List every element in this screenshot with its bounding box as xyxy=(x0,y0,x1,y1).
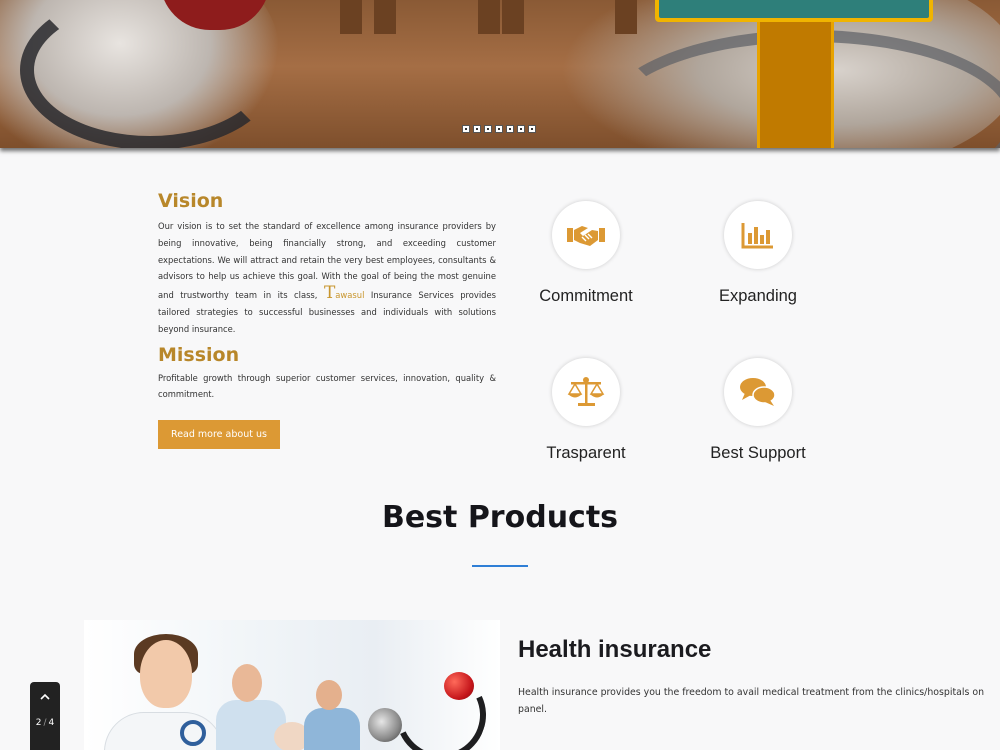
feature-transparent: Trasparent xyxy=(511,358,661,463)
hero-wood-figure xyxy=(478,0,500,34)
slider-dot[interactable] xyxy=(462,125,470,133)
slider-dot[interactable] xyxy=(517,125,525,133)
feature-icon-circle xyxy=(724,201,792,269)
read-more-button[interactable]: Read more about us xyxy=(158,420,280,449)
slider-dot[interactable] xyxy=(506,125,514,133)
feature-icon-circle xyxy=(552,358,620,426)
hero-wood-figure xyxy=(502,0,524,34)
feature-expanding: Expanding xyxy=(683,201,833,306)
scroll-up-button[interactable] xyxy=(30,682,60,710)
hero-banner xyxy=(0,0,1000,148)
brand-name-rest: awasul xyxy=(335,290,365,301)
slider-dot[interactable] xyxy=(473,125,481,133)
feature-label: Trasparent xyxy=(546,444,626,462)
hero-wood-figure xyxy=(615,0,637,34)
vision-heading: Vision xyxy=(158,190,224,212)
image-apple xyxy=(444,672,474,700)
bar-chart-icon xyxy=(741,223,773,249)
hero-wood-figure xyxy=(374,0,396,34)
brand-initial: T xyxy=(323,283,336,304)
slider-dot[interactable] xyxy=(495,125,503,133)
handshake-icon xyxy=(567,226,605,246)
hero-sign-pole xyxy=(757,22,834,148)
health-insurance-image xyxy=(84,620,500,750)
page-pager: 2/4 xyxy=(30,682,60,750)
hero-wood-figure xyxy=(340,0,362,34)
image-nurse2-head xyxy=(316,680,342,710)
hero-stethoscope-tube xyxy=(20,0,280,148)
about-text-column: Vision Our vision is to set the standard… xyxy=(158,190,496,403)
image-nurse2-body xyxy=(304,708,360,750)
image-doctor-head xyxy=(232,664,262,702)
product-description: Health insurance provides you the freedo… xyxy=(518,687,985,715)
product-title: Health insurance xyxy=(518,636,712,663)
slider-dot[interactable] xyxy=(528,125,536,133)
page-separator: / xyxy=(43,718,47,728)
page-total: 4 xyxy=(48,718,55,728)
feature-label: Expanding xyxy=(719,287,797,305)
image-nurse-stethoscope xyxy=(180,720,206,746)
best-products-heading: Best Products xyxy=(381,500,619,535)
slider-dot[interactable] xyxy=(484,125,492,133)
feature-label: Best Support xyxy=(710,444,806,462)
vision-paragraph: Our vision is to set the standard of exc… xyxy=(158,218,496,338)
image-nurse-coat xyxy=(104,712,224,750)
page-current: 2 xyxy=(35,718,42,728)
balance-scale-icon xyxy=(567,377,605,406)
feature-commitment: Commitment xyxy=(511,201,661,306)
image-stethoscope-head xyxy=(368,708,402,742)
chat-bubbles-icon xyxy=(740,378,776,406)
image-stethoscope-tube xyxy=(383,657,499,750)
mission-heading: Mission xyxy=(158,343,240,366)
hero-sign-board xyxy=(655,0,933,22)
slider-dots xyxy=(462,125,536,133)
page-counter: 2/4 xyxy=(30,718,60,728)
feature-icon-circle xyxy=(552,201,620,269)
chevron-up-icon xyxy=(40,693,50,700)
heading-underline xyxy=(472,565,528,567)
image-nurse-face xyxy=(140,640,192,708)
feature-label: Commitment xyxy=(539,287,633,305)
mission-paragraph: Profitable growth through superior custo… xyxy=(158,372,496,400)
feature-icon-circle xyxy=(724,358,792,426)
feature-best-support: Best Support xyxy=(683,358,833,463)
